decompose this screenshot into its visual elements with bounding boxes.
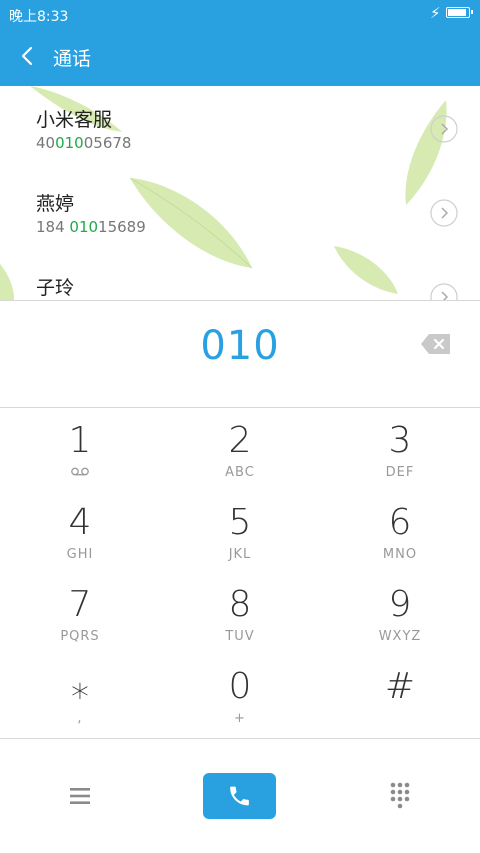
key-digit: 2: [228, 420, 252, 461]
key-digit: ⁎: [71, 666, 89, 707]
app-header: 通话: [0, 28, 480, 86]
key-digit: 8: [228, 584, 252, 625]
dial-keypad: 1 2 ABC 3 DEF 4 GHI 5 JKL 6 MNO 7 PQRS 8…: [0, 408, 480, 738]
contact-number: 184 01015689: [36, 218, 146, 236]
contact-item[interactable]: 子玲: [0, 254, 480, 300]
backspace-icon[interactable]: [420, 333, 452, 355]
key-letters: GHI: [66, 547, 94, 562]
contact-name: 燕婷: [36, 193, 75, 215]
key-digit: 7: [68, 584, 92, 625]
key-digit: 1: [68, 420, 92, 461]
key-letters: DEF: [385, 465, 415, 480]
key-letters: +: [234, 711, 246, 726]
key-letters: TUV: [225, 629, 255, 644]
key-star[interactable]: ⁎ ,: [0, 654, 160, 736]
contact-number: 4001005678: [36, 134, 132, 152]
key-letters: PQRS: [60, 629, 100, 644]
key-letters: WXYZ: [378, 629, 422, 644]
key-7[interactable]: 7 PQRS: [0, 572, 160, 654]
key-letters: ,: [77, 711, 83, 726]
chevron-right-circle-icon[interactable]: [430, 199, 458, 227]
key-letters: JKL: [228, 547, 252, 562]
key-digit: 3: [388, 420, 412, 461]
dialpad-icon[interactable]: [384, 779, 416, 811]
call-button[interactable]: [203, 773, 276, 819]
battery-icon: [446, 7, 473, 18]
key-digit: #: [384, 666, 416, 707]
bottom-bar: [0, 738, 480, 853]
key-3[interactable]: 3 DEF: [320, 408, 480, 490]
charging-icon: ⚡: [430, 4, 441, 22]
key-hash[interactable]: #: [320, 654, 480, 736]
status-bar: 晚上8:33 ⚡: [0, 0, 480, 28]
contact-suggestions: 小米客服 4001005678 燕婷 184 01015689 子玲: [0, 86, 480, 300]
key-digit: 0: [228, 666, 252, 707]
key-9[interactable]: 9 WXYZ: [320, 572, 480, 654]
dial-display: 010: [0, 300, 480, 408]
contact-name: 子玲: [36, 277, 75, 299]
key-5[interactable]: 5 JKL: [160, 490, 320, 572]
key-4[interactable]: 4 GHI: [0, 490, 160, 572]
key-6[interactable]: 6 MNO: [320, 490, 480, 572]
chevron-left-icon[interactable]: [14, 42, 42, 70]
contact-item[interactable]: 小米客服 4001005678: [0, 86, 480, 170]
page-title: 通话: [53, 48, 92, 70]
key-1[interactable]: 1: [0, 408, 160, 490]
contact-item[interactable]: 燕婷 184 01015689: [0, 170, 480, 254]
menu-icon[interactable]: [64, 782, 96, 810]
key-digit: 6: [388, 502, 412, 543]
voicemail-icon: [71, 467, 89, 476]
key-digit: 9: [388, 584, 412, 625]
key-letters: MNO: [382, 547, 418, 562]
key-8[interactable]: 8 TUV: [160, 572, 320, 654]
status-time: 晚上8:33: [9, 9, 69, 25]
contact-name: 小米客服: [36, 109, 113, 131]
chevron-right-circle-icon[interactable]: [430, 283, 458, 300]
phone-icon: [230, 786, 249, 806]
chevron-right-circle-icon[interactable]: [430, 115, 458, 143]
key-2[interactable]: 2 ABC: [160, 408, 320, 490]
key-digit: 5: [228, 502, 252, 543]
dialed-number: 010: [200, 323, 280, 369]
key-letters: ABC: [225, 465, 255, 480]
key-0[interactable]: 0 +: [160, 654, 320, 736]
key-digit: 4: [68, 502, 92, 543]
